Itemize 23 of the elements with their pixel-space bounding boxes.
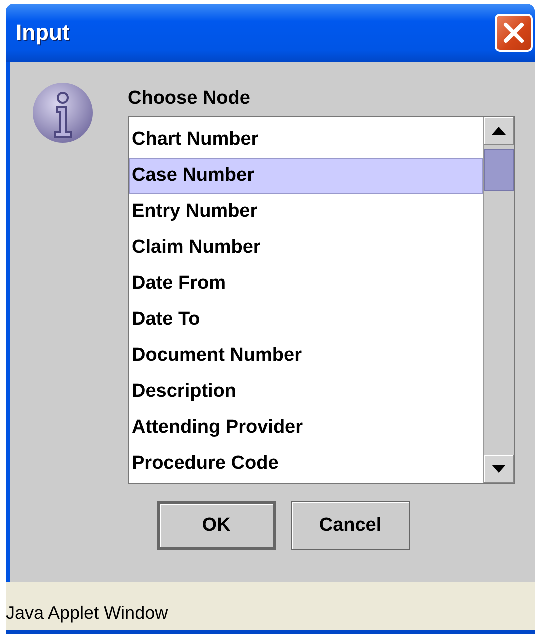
close-icon <box>503 22 525 44</box>
list-item[interactable]: Case Number <box>129 158 483 194</box>
list-item[interactable]: Date To <box>129 302 483 338</box>
list-item[interactable]: Claim Number <box>129 230 483 266</box>
list-item[interactable]: Chart Number <box>129 122 483 158</box>
info-icon <box>32 82 94 144</box>
list-item[interactable]: Entry Number <box>129 194 483 230</box>
list-item[interactable]: Document Number <box>129 338 483 374</box>
cancel-button[interactable]: Cancel <box>291 501 410 550</box>
list-item[interactable]: Description <box>129 374 483 410</box>
prompt-label: Choose Node <box>128 88 252 110</box>
down-arrow-icon <box>492 465 506 473</box>
close-button[interactable] <box>495 14 533 52</box>
window-title: Input <box>16 20 70 46</box>
status-text: Java Applet Window <box>6 603 168 624</box>
list-item[interactable]: Procedure Code <box>129 446 483 482</box>
scroll-down-button[interactable] <box>484 455 514 483</box>
scroll-thumb[interactable] <box>484 149 514 191</box>
scroll-up-button[interactable] <box>484 117 514 145</box>
list-item[interactable]: Attending Provider <box>129 410 483 446</box>
ok-button[interactable]: OK <box>157 501 276 550</box>
up-arrow-icon <box>492 127 506 135</box>
list-item[interactable]: Date From <box>129 266 483 302</box>
